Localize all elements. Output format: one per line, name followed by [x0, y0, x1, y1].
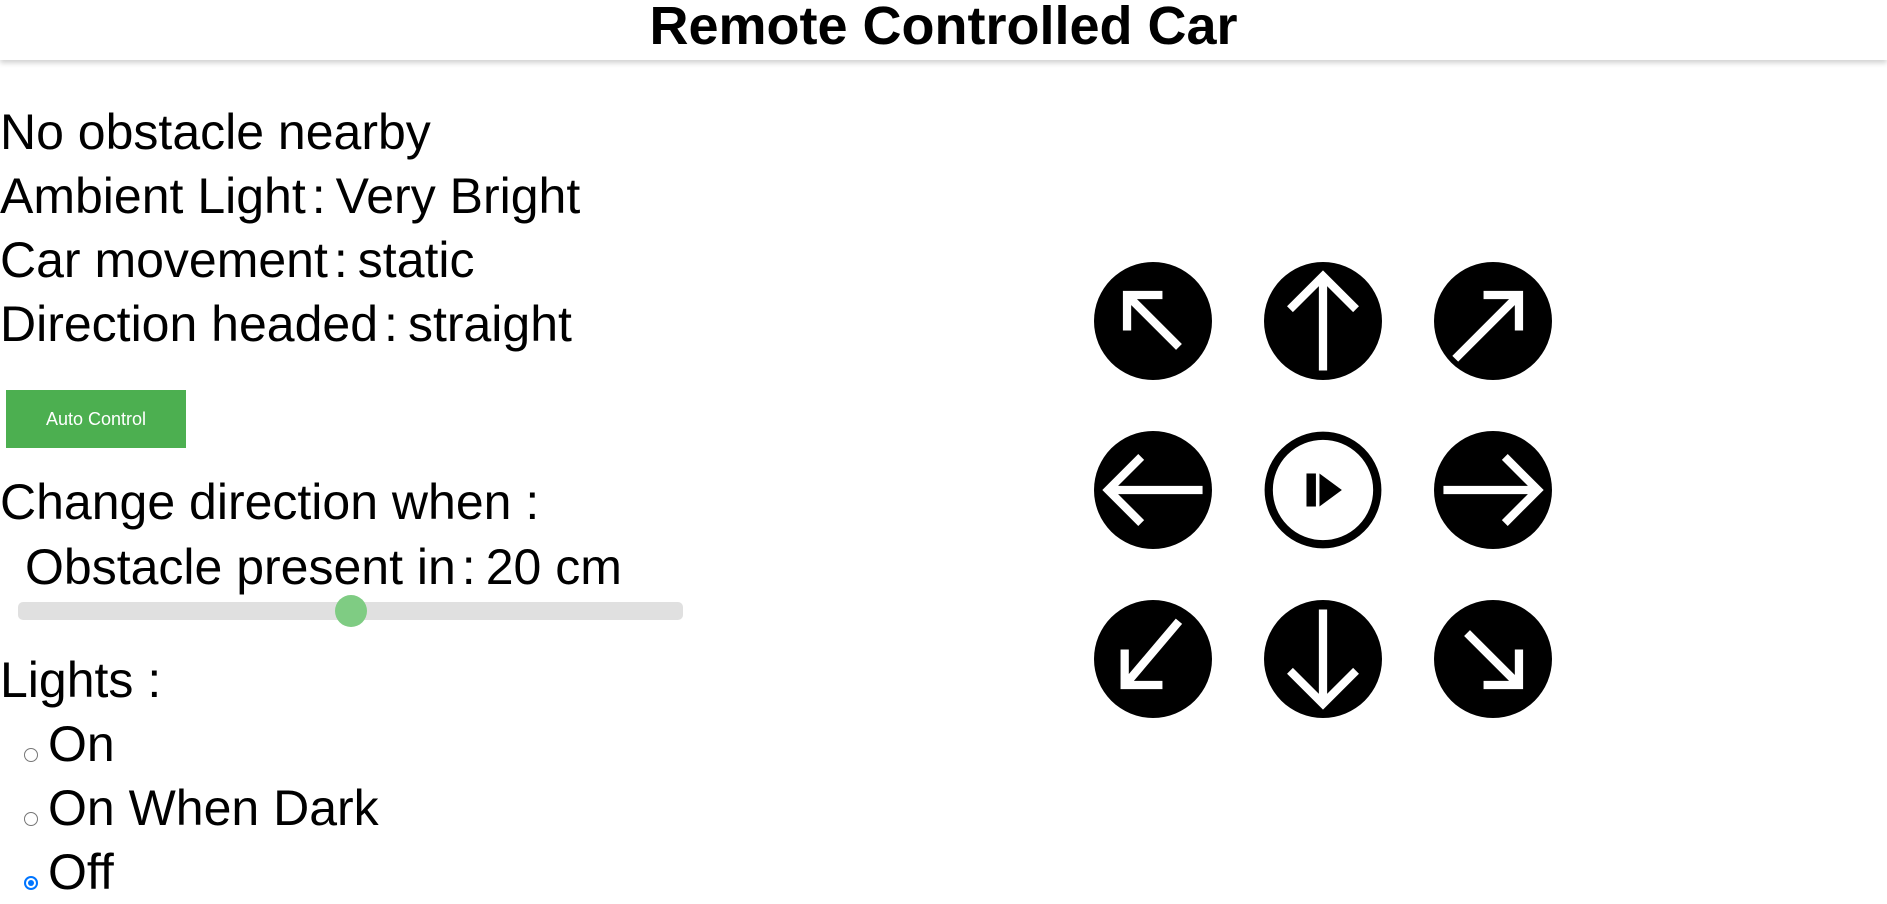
header-bar: Remote Controlled Car [0, 0, 1887, 60]
car-movement-label: Car movement [0, 232, 328, 288]
arrow-down-icon [1264, 600, 1382, 718]
change-direction-label: Change direction when : [0, 474, 540, 530]
play-pause-icon [1264, 431, 1382, 549]
lights-option-label: On When Dark [48, 780, 379, 836]
lights-option-on[interactable]: On [24, 712, 379, 776]
arrow-up-icon [1264, 262, 1382, 380]
status-panel: No obstacle nearby Ambient Light: Very Br… [0, 100, 580, 356]
ambient-light-value: Very Bright [335, 168, 581, 224]
direction-value: straight [407, 296, 572, 352]
up-right-button[interactable] [1434, 262, 1552, 380]
stop-button[interactable] [1264, 431, 1382, 549]
ambient-light-row: Ambient Light: Very Bright [0, 164, 580, 228]
arrow-left-icon [1094, 431, 1212, 549]
obstacle-status: No obstacle nearby [0, 104, 431, 160]
down-button[interactable] [1264, 600, 1382, 718]
left-button[interactable] [1094, 431, 1212, 549]
lights-option-on-when-dark[interactable]: On When Dark [24, 776, 379, 840]
page-title: Remote Controlled Car [649, 0, 1238, 56]
obstacle-distance-unit: cm [555, 539, 622, 595]
car-movement-value: static [357, 232, 475, 288]
up-left-button[interactable] [1094, 262, 1212, 380]
direction-pad [1094, 262, 1554, 722]
radio-button[interactable] [24, 876, 38, 890]
car-movement-row: Car movement: static [0, 228, 580, 292]
ambient-light-label: Ambient Light [0, 168, 306, 224]
separator: : [461, 539, 476, 595]
down-left-button[interactable] [1094, 600, 1212, 718]
lights-radio-group: On On When Dark Off [24, 712, 379, 904]
separator: : [333, 232, 348, 288]
obstacle-distance-label: Obstacle present in [25, 539, 456, 595]
lights-label: Lights : [0, 652, 162, 708]
auto-control-button[interactable]: Auto Control [6, 390, 186, 448]
slider-thumb[interactable] [334, 595, 367, 627]
direction-row: Direction headed: straight [0, 292, 580, 356]
arrow-down-left-icon [1094, 600, 1212, 718]
direction-label: Direction headed [0, 296, 379, 352]
arrow-right-icon [1434, 431, 1552, 549]
radio-button[interactable] [24, 748, 38, 762]
lights-option-off[interactable]: Off [24, 840, 379, 904]
right-button[interactable] [1434, 431, 1552, 549]
obstacle-distance-value: 20 [485, 539, 542, 595]
arrow-up-left-icon [1094, 262, 1212, 380]
lights-option-label: Off [48, 844, 114, 900]
separator: : [311, 168, 326, 224]
arrow-down-right-icon [1434, 600, 1552, 718]
arrow-up-right-icon [1434, 262, 1552, 380]
down-right-button[interactable] [1434, 600, 1552, 718]
up-button[interactable] [1264, 262, 1382, 380]
lights-option-label: On [48, 716, 115, 772]
separator: : [384, 296, 398, 352]
obstacle-distance-slider[interactable] [18, 595, 683, 627]
obstacle-distance-row: Obstacle present in:20 cm [25, 535, 622, 599]
radio-button[interactable] [24, 812, 38, 826]
